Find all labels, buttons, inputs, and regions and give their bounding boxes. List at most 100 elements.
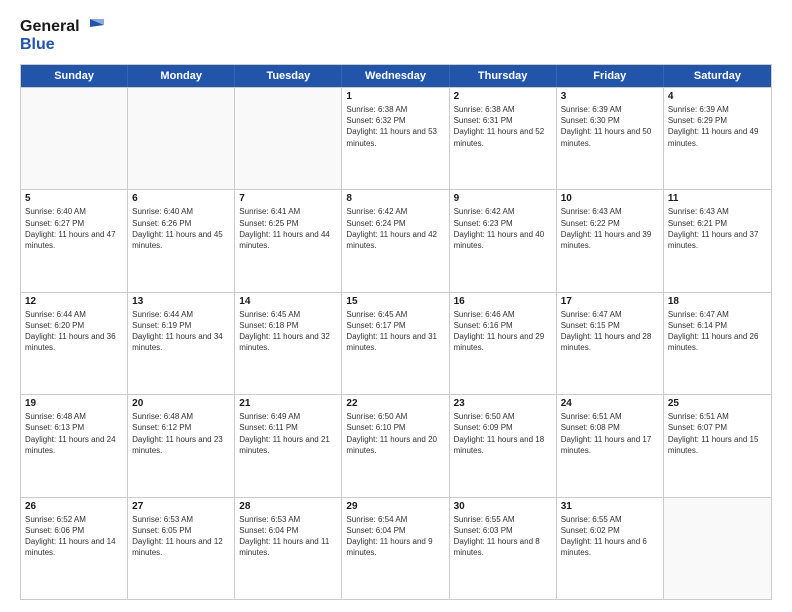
day-cell-14: 14Sunrise: 6:45 AM Sunset: 6:18 PM Dayli… xyxy=(235,293,342,394)
day-number: 17 xyxy=(561,296,659,307)
day-number: 26 xyxy=(25,501,123,512)
day-info: Sunrise: 6:42 AM Sunset: 6:23 PM Dayligh… xyxy=(454,206,552,251)
day-info: Sunrise: 6:52 AM Sunset: 6:06 PM Dayligh… xyxy=(25,514,123,559)
day-cell-17: 17 Sunrise: 6:47 AM Sunset: 6:15 PM Dayli… xyxy=(557,293,664,394)
day-info: Sunrise: 6:43 AM Sunset: 6:21 PM Dayligh… xyxy=(668,206,767,251)
calendar-header-row: SundayMondayTuesdayWednesdayThursdayFrid… xyxy=(21,65,771,87)
day-cell-24: 24 Sunrise: 6:51 AM Sunset: 6:08 PM Dayli… xyxy=(557,395,664,496)
day-number: 21 xyxy=(239,398,337,409)
day-number: 6 xyxy=(132,193,230,204)
day-number: 19 xyxy=(25,398,123,409)
day-info: Sunrise: 6:44 AM Sunset: 6:19 PM Dayligh… xyxy=(132,309,230,354)
empty-cell xyxy=(128,88,235,189)
header: General Blue xyxy=(20,18,772,54)
day-cell-21: 21 Sunrise: 6:49 AM Sunset: 6:11 PM Dayli… xyxy=(235,395,342,496)
day-cell-20: 20 Sunrise: 6:48 AM Sunset: 6:12 PM Dayli… xyxy=(128,395,235,496)
day-number: 20 xyxy=(132,398,230,409)
day-info: Sunrise: 6:51 AM Sunset: 6:08 PM Dayligh… xyxy=(561,411,659,456)
day-cell-3: 3 Sunrise: 6:39 AM Sunset: 6:30 PM Daylig… xyxy=(557,88,664,189)
day-cell-6: 6 Sunrise: 6:40 AM Sunset: 6:26 PM Daylig… xyxy=(128,190,235,291)
day-info: Sunrise: 6:55 AM Sunset: 6:03 PM Dayligh… xyxy=(454,514,552,559)
day-of-week-saturday: Saturday xyxy=(664,65,771,87)
day-number: 3 xyxy=(561,91,659,102)
calendar-body: 1 Sunrise: 6:38 AM Sunset: 6:32 PM Daylig… xyxy=(21,87,771,599)
day-info: Sunrise: 6:47 AM Sunset: 6:15 PM Dayligh… xyxy=(561,309,659,354)
day-info: Sunrise: 6:50 AM Sunset: 6:09 PM Dayligh… xyxy=(454,411,552,456)
day-of-week-wednesday: Wednesday xyxy=(342,65,449,87)
day-info: Sunrise: 6:55 AM Sunset: 6:02 PM Dayligh… xyxy=(561,514,659,559)
day-cell-2: 2Sunrise: 6:38 AM Sunset: 6:31 PM Daylig… xyxy=(450,88,557,189)
day-of-week-sunday: Sunday xyxy=(21,65,128,87)
day-info: Sunrise: 6:53 AM Sunset: 6:04 PM Dayligh… xyxy=(239,514,337,559)
day-number: 22 xyxy=(346,398,444,409)
calendar-week-2: 5 Sunrise: 6:40 AM Sunset: 6:27 PM Daylig… xyxy=(21,189,771,291)
day-number: 18 xyxy=(668,296,767,307)
day-cell-23: 23 Sunrise: 6:50 AM Sunset: 6:09 PM Dayli… xyxy=(450,395,557,496)
day-number: 16 xyxy=(454,296,552,307)
logo-bird-icon xyxy=(82,19,104,35)
day-cell-15: 15Sunrise: 6:45 AM Sunset: 6:17 PM Dayli… xyxy=(342,293,449,394)
day-number: 7 xyxy=(239,193,337,204)
day-cell-16: 16 Sunrise: 6:46 AM Sunset: 6:16 PM Dayli… xyxy=(450,293,557,394)
calendar: SundayMondayTuesdayWednesdayThursdayFrid… xyxy=(20,64,772,600)
day-cell-7: 7 Sunrise: 6:41 AM Sunset: 6:25 PM Daylig… xyxy=(235,190,342,291)
day-cell-19: 19Sunrise: 6:48 AM Sunset: 6:13 PM Dayli… xyxy=(21,395,128,496)
day-number: 10 xyxy=(561,193,659,204)
day-number: 30 xyxy=(454,501,552,512)
day-cell-13: 13 Sunrise: 6:44 AM Sunset: 6:19 PM Dayli… xyxy=(128,293,235,394)
day-cell-26: 26 Sunrise: 6:52 AM Sunset: 6:06 PM Dayli… xyxy=(21,498,128,599)
day-number: 12 xyxy=(25,296,123,307)
day-info: Sunrise: 6:38 AM Sunset: 6:31 PM Dayligh… xyxy=(454,104,552,149)
day-cell-10: 10 Sunrise: 6:43 AM Sunset: 6:22 PM Dayli… xyxy=(557,190,664,291)
day-number: 23 xyxy=(454,398,552,409)
day-info: Sunrise: 6:50 AM Sunset: 6:10 PM Dayligh… xyxy=(346,411,444,456)
day-info: Sunrise: 6:40 AM Sunset: 6:26 PM Dayligh… xyxy=(132,206,230,251)
day-info: Sunrise: 6:46 AM Sunset: 6:16 PM Dayligh… xyxy=(454,309,552,354)
day-cell-28: 28Sunrise: 6:53 AM Sunset: 6:04 PM Dayli… xyxy=(235,498,342,599)
calendar-week-3: 12 Sunrise: 6:44 AM Sunset: 6:20 PM Dayli… xyxy=(21,292,771,394)
day-number: 29 xyxy=(346,501,444,512)
day-cell-22: 22 Sunrise: 6:50 AM Sunset: 6:10 PM Dayli… xyxy=(342,395,449,496)
day-info: Sunrise: 6:43 AM Sunset: 6:22 PM Dayligh… xyxy=(561,206,659,251)
day-number: 5 xyxy=(25,193,123,204)
day-cell-27: 27 Sunrise: 6:53 AM Sunset: 6:05 PM Dayli… xyxy=(128,498,235,599)
empty-cell xyxy=(21,88,128,189)
empty-cell xyxy=(664,498,771,599)
empty-cell xyxy=(235,88,342,189)
day-number: 24 xyxy=(561,398,659,409)
day-info: Sunrise: 6:44 AM Sunset: 6:20 PM Dayligh… xyxy=(25,309,123,354)
day-of-week-thursday: Thursday xyxy=(450,65,557,87)
day-number: 13 xyxy=(132,296,230,307)
day-number: 27 xyxy=(132,501,230,512)
calendar-week-1: 1 Sunrise: 6:38 AM Sunset: 6:32 PM Daylig… xyxy=(21,87,771,189)
day-info: Sunrise: 6:38 AM Sunset: 6:32 PM Dayligh… xyxy=(346,104,444,149)
day-number: 14 xyxy=(239,296,337,307)
day-cell-29: 29 Sunrise: 6:54 AM Sunset: 6:04 PM Dayli… xyxy=(342,498,449,599)
logo: General Blue xyxy=(20,18,104,54)
day-cell-12: 12 Sunrise: 6:44 AM Sunset: 6:20 PM Dayli… xyxy=(21,293,128,394)
day-number: 8 xyxy=(346,193,444,204)
day-of-week-friday: Friday xyxy=(557,65,664,87)
day-cell-25: 25Sunrise: 6:51 AM Sunset: 6:07 PM Dayli… xyxy=(664,395,771,496)
day-cell-4: 4 Sunrise: 6:39 AM Sunset: 6:29 PM Daylig… xyxy=(664,88,771,189)
day-number: 31 xyxy=(561,501,659,512)
day-cell-30: 30 Sunrise: 6:55 AM Sunset: 6:03 PM Dayli… xyxy=(450,498,557,599)
day-info: Sunrise: 6:49 AM Sunset: 6:11 PM Dayligh… xyxy=(239,411,337,456)
day-number: 1 xyxy=(346,91,444,102)
day-number: 4 xyxy=(668,91,767,102)
day-info: Sunrise: 6:39 AM Sunset: 6:30 PM Dayligh… xyxy=(561,104,659,149)
day-cell-18: 18Sunrise: 6:47 AM Sunset: 6:14 PM Dayli… xyxy=(664,293,771,394)
day-info: Sunrise: 6:53 AM Sunset: 6:05 PM Dayligh… xyxy=(132,514,230,559)
day-info: Sunrise: 6:40 AM Sunset: 6:27 PM Dayligh… xyxy=(25,206,123,251)
day-number: 11 xyxy=(668,193,767,204)
day-cell-1: 1 Sunrise: 6:38 AM Sunset: 6:32 PM Daylig… xyxy=(342,88,449,189)
logo-general-text: General xyxy=(20,18,80,36)
day-info: Sunrise: 6:48 AM Sunset: 6:12 PM Dayligh… xyxy=(132,411,230,456)
day-info: Sunrise: 6:51 AM Sunset: 6:07 PM Dayligh… xyxy=(668,411,767,456)
calendar-week-5: 26 Sunrise: 6:52 AM Sunset: 6:06 PM Dayli… xyxy=(21,497,771,599)
day-info: Sunrise: 6:39 AM Sunset: 6:29 PM Dayligh… xyxy=(668,104,767,149)
day-cell-11: 11 Sunrise: 6:43 AM Sunset: 6:21 PM Dayli… xyxy=(664,190,771,291)
day-info: Sunrise: 6:41 AM Sunset: 6:25 PM Dayligh… xyxy=(239,206,337,251)
day-info: Sunrise: 6:54 AM Sunset: 6:04 PM Dayligh… xyxy=(346,514,444,559)
day-of-week-tuesday: Tuesday xyxy=(235,65,342,87)
